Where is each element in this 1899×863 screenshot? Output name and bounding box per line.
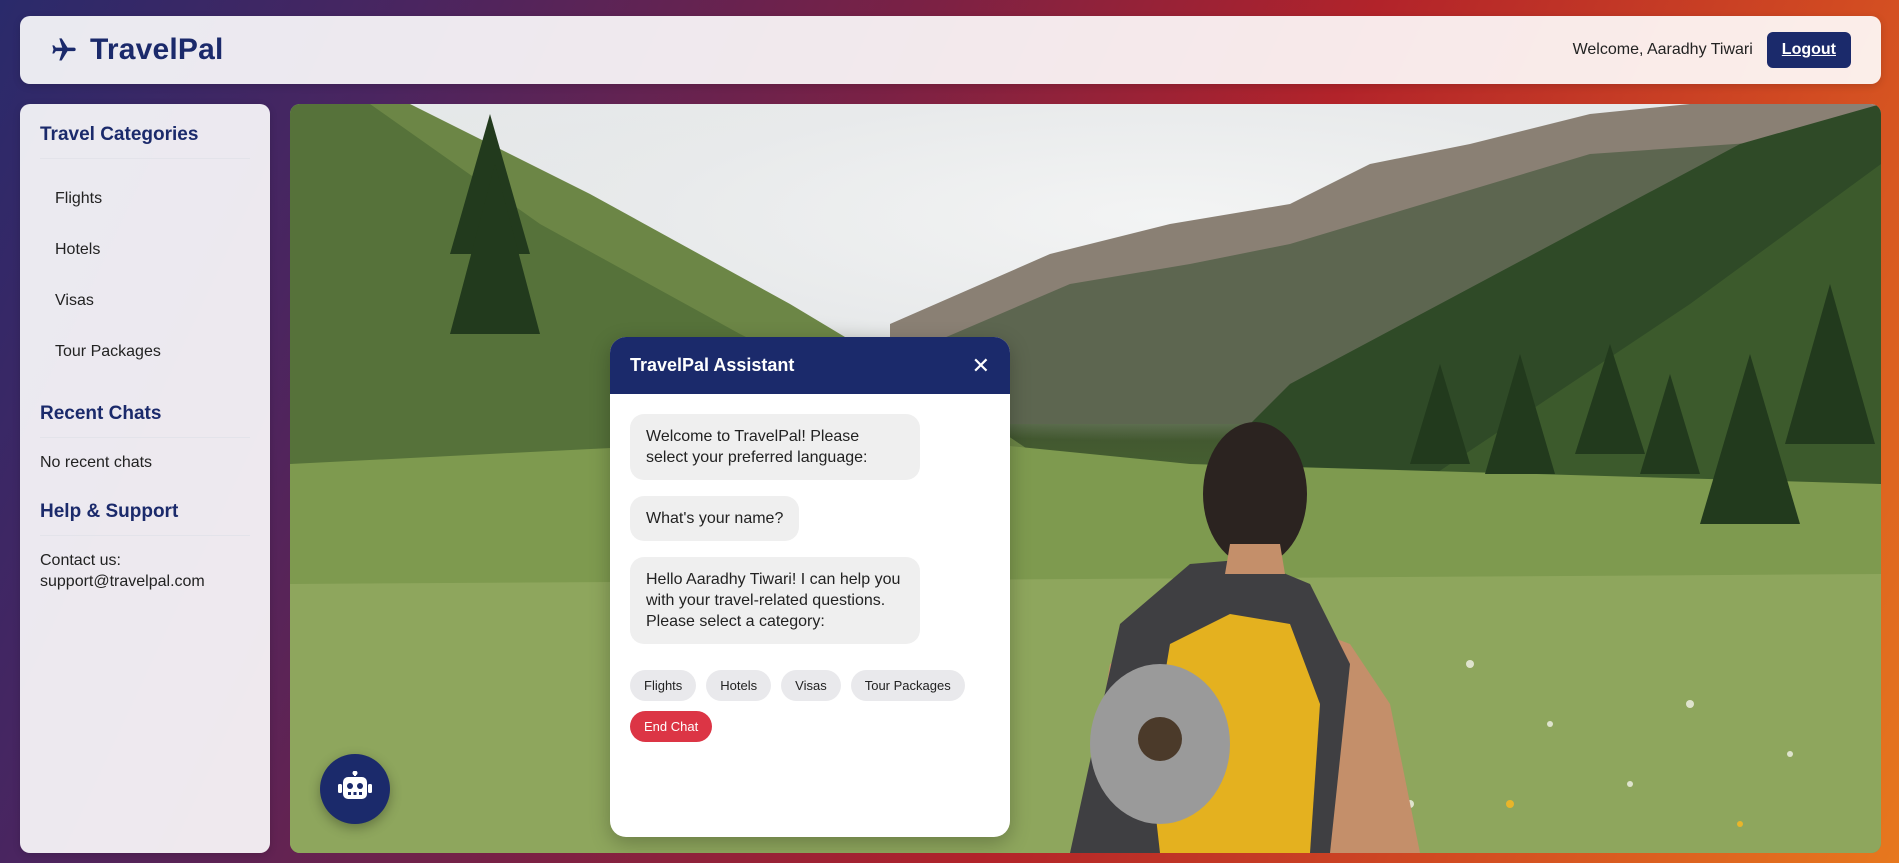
logout-button[interactable]: Logout: [1766, 32, 1851, 68]
chat-header: TravelPal Assistant ✕: [610, 337, 1010, 394]
bot-message: What's your name?: [630, 496, 800, 541]
recent-chats-heading: Recent Chats: [40, 403, 250, 438]
option-flights-button[interactable]: Flights: [630, 670, 697, 701]
chat-messages: Welcome to TravelPal! Please select your…: [610, 394, 1010, 762]
sidebar: Travel Categories Flights Hotels Visas T…: [20, 104, 270, 853]
user-area: Welcome, Aaradhy Tiwari Logout: [1573, 32, 1851, 68]
airplane-icon: [48, 34, 80, 66]
sidebar-item-visas[interactable]: Visas: [40, 275, 250, 326]
sidebar-item-hotels[interactable]: Hotels: [40, 224, 250, 275]
category-options: Flights Hotels Visas Tour Packages: [630, 670, 990, 701]
no-recent-chats-text: No recent chats: [40, 454, 153, 471]
top-header: TravelPal Welcome, Aaradhy Tiwari Logout: [20, 16, 1881, 84]
sidebar-item-tour-packages[interactable]: Tour Packages: [40, 326, 250, 377]
brand-name: TravelPal: [90, 33, 224, 66]
welcome-text: Welcome, Aaradhy Tiwari: [1572, 41, 1753, 58]
contact-label: Contact us:: [40, 552, 121, 569]
hero-image: TravelPal Assistant ✕ Welcome to TravelP…: [290, 104, 1881, 853]
chatbot-toggle-button[interactable]: [320, 754, 390, 824]
chat-window: TravelPal Assistant ✕ Welcome to TravelP…: [610, 337, 1010, 837]
robot-icon: [337, 770, 373, 808]
close-icon[interactable]: ✕: [972, 353, 990, 379]
end-chat-button[interactable]: End Chat: [630, 711, 713, 742]
brand-logo[interactable]: TravelPal: [48, 33, 224, 67]
help-support-heading: Help & Support: [40, 501, 250, 536]
contact-email[interactable]: support@travelpal.com: [40, 571, 250, 592]
option-tour-packages-button[interactable]: Tour Packages: [850, 670, 965, 701]
travel-categories-heading: Travel Categories: [40, 124, 250, 159]
bot-message: Hello Aaradhy Tiwari! I can help you wit…: [630, 557, 920, 644]
category-list: Flights Hotels Visas Tour Packages: [40, 173, 250, 377]
bot-message: Welcome to TravelPal! Please select your…: [630, 414, 920, 480]
chat-title: TravelPal Assistant: [630, 355, 795, 375]
mountain-meadow-hiker-image: [290, 104, 1881, 853]
option-hotels-button[interactable]: Hotels: [706, 670, 772, 701]
sidebar-item-flights[interactable]: Flights: [40, 173, 250, 224]
contact-info: Contact us: support@travelpal.com: [40, 550, 250, 592]
option-visas-button[interactable]: Visas: [781, 670, 841, 701]
